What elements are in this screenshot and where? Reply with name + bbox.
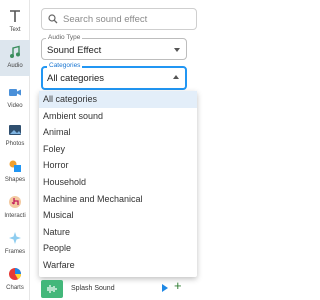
categories-value: All categories xyxy=(47,73,105,84)
music-note-icon xyxy=(6,43,24,61)
add-icon[interactable]: + xyxy=(174,279,182,293)
waveform-icon xyxy=(41,279,63,298)
rail-label: Photos xyxy=(5,141,25,147)
audio-type-select[interactable]: Audio Type Sound Effect xyxy=(41,34,187,60)
app-root: Text Audio Video Photos Shapes Interacti… xyxy=(0,0,206,300)
rail-item-shapes[interactable]: Shapes xyxy=(0,154,30,190)
rail-item-interactions[interactable]: Interacti xyxy=(0,190,30,226)
shapes-icon xyxy=(6,157,24,175)
play-icon[interactable] xyxy=(162,284,168,292)
category-option[interactable]: Household xyxy=(39,174,197,191)
sound-name: Splash Sound xyxy=(71,285,115,292)
rail-label: Charts xyxy=(6,285,24,291)
rail-item-audio[interactable]: Audio xyxy=(0,40,30,76)
category-option[interactable]: Warfare xyxy=(39,257,197,274)
chevron-down-icon xyxy=(174,48,180,52)
photo-icon xyxy=(6,121,24,139)
sound-list-item[interactable]: Splash Sound + xyxy=(41,277,199,300)
rail-item-frames[interactable]: Frames xyxy=(0,226,30,262)
rail-item-video[interactable]: Video xyxy=(0,80,30,116)
category-option[interactable]: Foley xyxy=(39,141,197,158)
rail-item-photos[interactable]: Photos xyxy=(0,118,30,154)
category-option[interactable]: All categories xyxy=(39,91,197,108)
category-option[interactable]: Ambient sound xyxy=(39,108,197,125)
category-option[interactable]: Animal xyxy=(39,124,197,141)
categories-select[interactable]: Categories All categories xyxy=(41,62,187,90)
search-box[interactable] xyxy=(41,8,197,30)
rail-label: Interacti xyxy=(4,213,26,219)
category-option[interactable]: Horror xyxy=(39,157,197,174)
rail-label: Shapes xyxy=(4,177,26,183)
categories-dropdown: All categories Ambient sound Animal Fole… xyxy=(39,91,197,277)
video-camera-icon xyxy=(6,83,24,101)
rail-item-charts[interactable]: Charts xyxy=(0,262,30,298)
tool-rail: Text Audio Video Photos Shapes Interacti… xyxy=(0,0,30,300)
category-option[interactable]: Musical xyxy=(39,207,197,224)
rail-label: Frames xyxy=(4,249,26,255)
rail-label: Text xyxy=(9,27,21,33)
rail-label: Video xyxy=(7,103,23,109)
categories-label: Categories xyxy=(47,62,83,70)
pie-chart-icon xyxy=(6,265,24,283)
rail-item-text[interactable]: Text xyxy=(0,4,30,40)
search-input[interactable] xyxy=(63,13,193,25)
category-option[interactable]: Machine and Mechanical xyxy=(39,191,197,208)
audio-type-label: Audio Type xyxy=(46,34,83,42)
hand-pointer-icon xyxy=(6,193,24,211)
sparkle-icon xyxy=(6,229,24,247)
audio-panel: Audio Type Sound Effect Categories All c… xyxy=(31,0,206,300)
chevron-up-icon xyxy=(173,75,179,79)
category-option[interactable]: People xyxy=(39,240,197,257)
text-icon xyxy=(6,7,24,25)
search-icon xyxy=(48,14,58,24)
category-option[interactable]: Nature xyxy=(39,224,197,241)
audio-type-value: Sound Effect xyxy=(47,45,102,56)
rail-label: Audio xyxy=(7,63,23,69)
